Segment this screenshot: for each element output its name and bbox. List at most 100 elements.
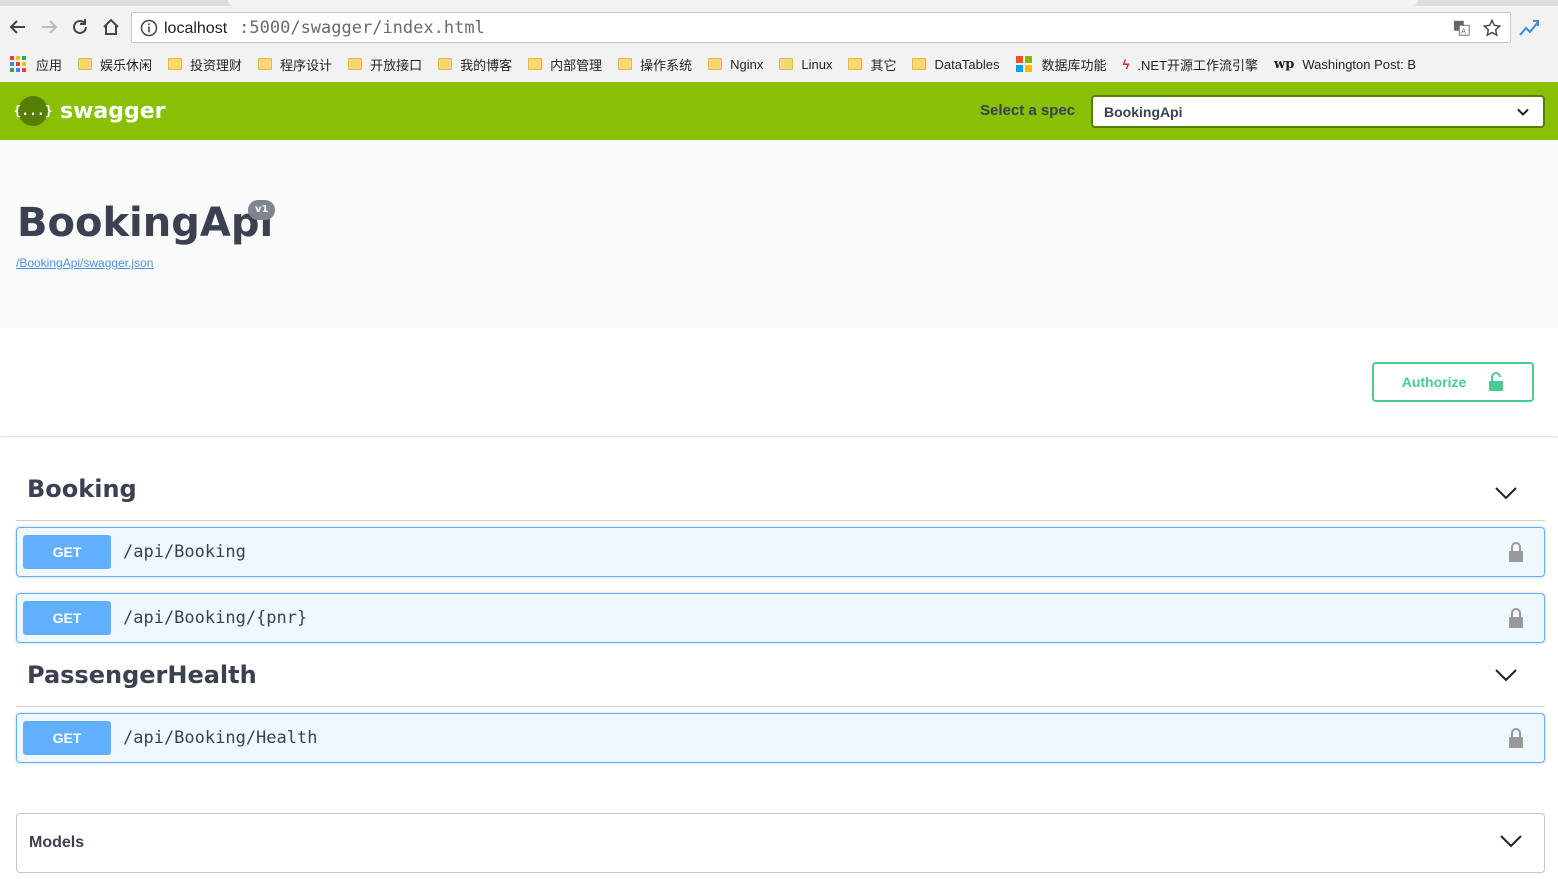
bookmarks-bar: 应用 娱乐休闲 投资理财 程序设计 开放接口 我的博客 内部管理 操作系统 Ng… <box>0 46 1558 82</box>
forward-arrow-icon <box>42 20 58 34</box>
extension-chart-icon[interactable] <box>1518 17 1540 39</box>
bookmark-ms[interactable]: 数据库功能 <box>1015 55 1107 74</box>
bookmark-label: 其它 <box>870 57 897 73</box>
bookmark-folder[interactable]: 其它 <box>848 55 896 74</box>
api-title: BookingApi <box>17 200 274 246</box>
reload-button[interactable] <box>65 12 95 42</box>
operation-path: /api/Booking/{pnr} <box>123 608 308 628</box>
lock-icon[interactable] <box>1507 541 1525 563</box>
bookmark-label: 娱乐休闲 <box>100 57 153 73</box>
tag-section-booking[interactable]: Booking <box>16 436 1545 521</box>
folder-icon <box>438 58 453 70</box>
bookmark-label: 程序设计 <box>280 57 333 73</box>
bookmark-label: 数据库功能 <box>1041 57 1107 73</box>
operation-get[interactable]: GET /api/Booking <box>16 527 1545 577</box>
operations: Booking GET /api/Booking GET /api/Bookin… <box>0 436 1558 763</box>
bookmark-dotnet[interactable]: ϟ .NET开源工作流引擎 <box>1123 55 1259 74</box>
spec-select-value: BookingApi <box>1104 103 1183 120</box>
bookmark-label: Nginx <box>730 56 764 72</box>
home-button[interactable] <box>96 12 126 42</box>
bookmark-label: 应用 <box>36 57 63 73</box>
bookmark-label: Washington Post: B <box>1302 56 1417 72</box>
folder-icon <box>779 58 794 70</box>
bookmark-folder[interactable]: 操作系统 <box>618 55 692 74</box>
method-badge: GET <box>23 535 111 569</box>
reload-icon <box>73 19 87 34</box>
swagger-topbar: {...} swagger Select a spec BookingApi <box>0 82 1558 140</box>
models-title: Models <box>29 834 85 851</box>
apps-grid-icon <box>10 56 26 72</box>
back-arrow-icon <box>9 20 25 34</box>
method-badge: GET <box>23 721 111 755</box>
bookmark-folder[interactable]: Linux <box>779 57 832 72</box>
url-text: localhost:5000/swagger/index.html <box>164 17 485 38</box>
swagger-logo-icon: {...} <box>13 96 53 126</box>
chevron-down-icon <box>1517 108 1529 116</box>
bookmark-folder[interactable]: 娱乐休闲 <box>78 55 152 74</box>
address-bar[interactable]: localhost:5000/swagger/index.html A <box>131 12 1511 43</box>
bookmark-label: .NET开源工作流引擎 <box>1137 57 1259 73</box>
folder-icon <box>912 58 927 70</box>
translate-icon[interactable]: A <box>1452 18 1472 38</box>
operation-get[interactable]: GET /api/Booking/{pnr} <box>16 593 1545 643</box>
bookmark-label: 投资理财 <box>190 57 243 73</box>
bookmark-folder[interactable]: 程序设计 <box>258 55 332 74</box>
spec-select[interactable]: BookingApi <box>1091 95 1545 128</box>
folder-icon <box>348 58 363 70</box>
operation-get[interactable]: GET /api/Booking/Health <box>16 713 1545 763</box>
select-spec-label: Select a spec <box>980 102 1076 119</box>
bookmark-star-icon[interactable] <box>1482 18 1502 38</box>
authorize-button[interactable]: Authorize <box>1372 362 1534 402</box>
operation-path: /api/Booking/Health <box>123 728 318 748</box>
authorize-label: Authorize <box>1401 374 1467 390</box>
folder-icon <box>618 58 633 70</box>
chevron-down-icon[interactable] <box>1500 834 1522 848</box>
tag-name: PassengerHealth <box>27 660 257 689</box>
folder-icon <box>528 58 543 70</box>
bookmark-wp[interactable]: wp Washington Post: B <box>1274 57 1416 72</box>
info-icon[interactable] <box>140 19 158 37</box>
chevron-down-icon[interactable] <box>1495 668 1517 682</box>
red-swirl-icon: ϟ <box>1122 56 1130 72</box>
chevron-down-icon[interactable] <box>1495 486 1517 500</box>
back-button[interactable] <box>3 12 33 42</box>
bookmark-label: DataTables <box>934 56 1000 72</box>
swagger-logo[interactable]: {...} swagger <box>13 96 166 126</box>
swagger-logo-text: swagger <box>60 98 166 124</box>
microsoft-logo-icon <box>1015 56 1032 72</box>
folder-icon <box>708 58 723 70</box>
bookmark-folder[interactable]: 内部管理 <box>528 55 602 74</box>
folder-icon <box>258 58 273 70</box>
bookmark-folder[interactable]: DataTables <box>912 56 1000 72</box>
lock-icon[interactable] <box>1507 607 1525 629</box>
scheme-container: Authorize <box>0 328 1558 436</box>
method-badge: GET <box>23 601 111 635</box>
version-badge: v1 <box>248 200 276 220</box>
browser-toolbar: localhost:5000/swagger/index.html A <box>0 0 1558 46</box>
bookmark-folder[interactable]: 开放接口 <box>348 55 422 74</box>
svg-text:A: A <box>1461 26 1466 35</box>
bookmark-label: 内部管理 <box>550 57 603 73</box>
bookmark-apps[interactable]: 应用 <box>10 55 62 74</box>
bookmark-label: 操作系统 <box>640 57 693 73</box>
bookmark-folder[interactable]: Nginx <box>708 57 763 72</box>
bookmark-label: Linux <box>801 56 833 72</box>
api-info: BookingApi v1 /BookingApi/swagger.json <box>0 140 1558 328</box>
swagger-json-link[interactable]: /BookingApi/swagger.json <box>16 256 153 270</box>
models-section[interactable]: Models <box>16 813 1545 873</box>
folder-icon <box>168 58 183 70</box>
tab-strip <box>0 0 1558 6</box>
tag-name: Booking <box>27 475 137 503</box>
unlocked-icon <box>1489 372 1504 391</box>
folder-icon <box>848 58 863 70</box>
folder-icon <box>78 58 93 70</box>
forward-button[interactable] <box>34 12 64 42</box>
tag-section-passengerhealth[interactable]: PassengerHealth <box>16 643 1545 707</box>
lock-icon[interactable] <box>1507 727 1525 749</box>
bookmark-folder[interactable]: 我的博客 <box>438 55 512 74</box>
operation-path: /api/Booking <box>123 542 246 562</box>
bookmark-label: 我的博客 <box>460 57 513 73</box>
bookmark-label: 开放接口 <box>370 57 423 73</box>
wp-logo-icon: wp <box>1274 56 1295 72</box>
bookmark-folder[interactable]: 投资理财 <box>168 55 242 74</box>
